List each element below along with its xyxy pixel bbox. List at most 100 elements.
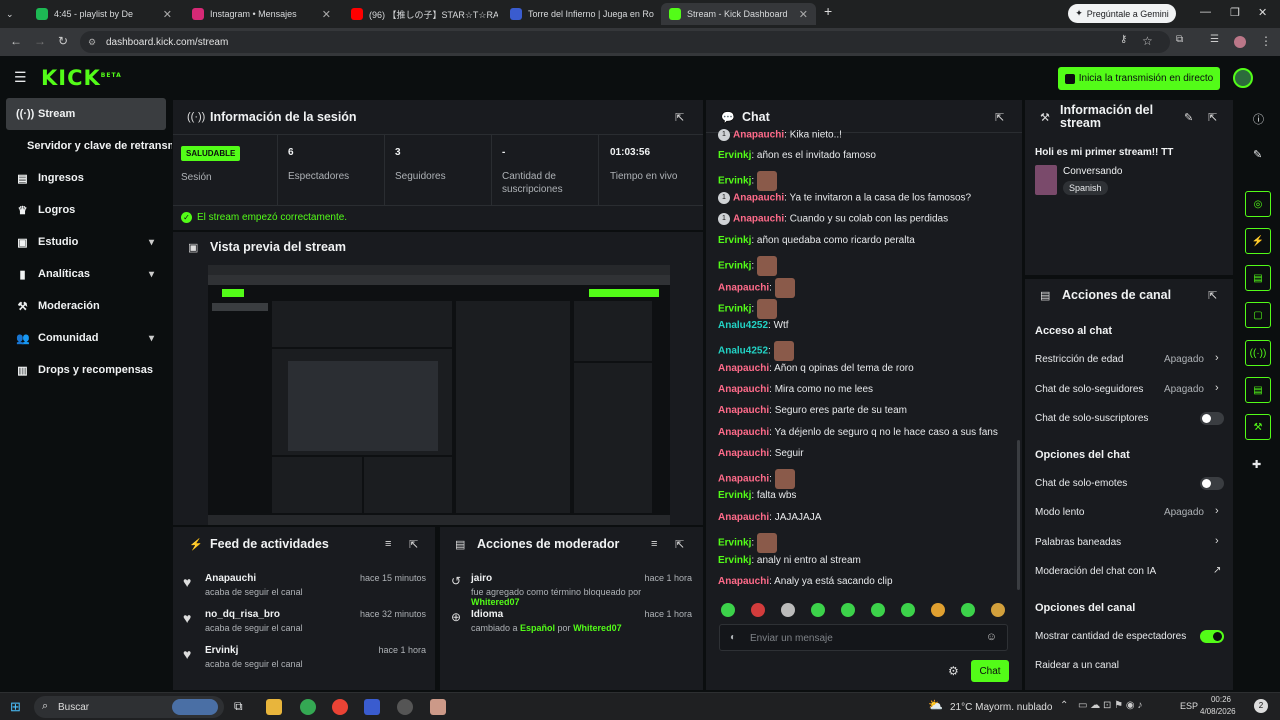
sidebar-item-logros[interactable]: ♛ Logros bbox=[0, 194, 172, 226]
channel-action-label[interactable]: Restricción de edad bbox=[1035, 354, 1123, 365]
add-widget-icon[interactable]: ✚ bbox=[1252, 458, 1261, 471]
start-stream-button[interactable]: Inicia la transmisión en directo bbox=[1058, 67, 1220, 90]
sidebar-item-server-key[interactable]: Servidor y clave de retransmisión bbox=[0, 130, 172, 162]
chat-username[interactable]: Ervinkj bbox=[718, 150, 751, 161]
toggle-switch[interactable] bbox=[1200, 476, 1224, 490]
quick-emote-button[interactable] bbox=[871, 603, 885, 617]
chat-username[interactable]: Ervinkj bbox=[718, 490, 751, 501]
sidebar-item-comunidad[interactable]: 👥 Comunidad ▾ bbox=[0, 322, 172, 354]
channel-action-label[interactable]: Raidear a un canal bbox=[1035, 660, 1119, 671]
minimize-button[interactable]: — bbox=[1200, 6, 1211, 18]
tab-list-button[interactable]: ⌄ bbox=[2, 3, 22, 25]
app-icon[interactable] bbox=[430, 699, 446, 715]
popout-icon[interactable]: ⇱ bbox=[1208, 111, 1217, 124]
weather-text[interactable]: 21°C Mayorm. nublado bbox=[950, 702, 1052, 713]
chat-username[interactable]: Anapauchi bbox=[733, 214, 784, 225]
popout-icon[interactable]: ⇱ bbox=[409, 538, 418, 551]
mod-action-user[interactable]: Whitered07 bbox=[471, 597, 520, 607]
quick-emote-button[interactable] bbox=[811, 603, 825, 617]
site-info-icon[interactable]: ⚙ bbox=[88, 37, 96, 48]
chat-username[interactable]: Anapauchi bbox=[718, 283, 769, 294]
close-icon[interactable]: ✕ bbox=[163, 8, 172, 21]
hamburger-icon[interactable]: ☰ bbox=[14, 69, 27, 86]
sidebar-item-analiticas[interactable]: ▮ Analíticas ▾ bbox=[0, 258, 172, 290]
quick-emote-button[interactable] bbox=[991, 603, 1005, 617]
info-icon[interactable]: ⓘ bbox=[1253, 111, 1264, 127]
chat-username[interactable]: Ervinkj bbox=[718, 555, 751, 566]
taskbar-search[interactable]: ⌕ Buscar bbox=[34, 696, 224, 718]
external-link-icon[interactable]: ↗ bbox=[1213, 565, 1221, 576]
rail-button-clipboard[interactable]: ▤ bbox=[1245, 265, 1271, 291]
toggle-switch[interactable] bbox=[1200, 412, 1224, 425]
mod-action-user[interactable]: Whitered07 bbox=[573, 623, 622, 633]
gear-icon[interactable]: ⚙ bbox=[948, 664, 959, 678]
chevron-right-icon[interactable]: › bbox=[1215, 535, 1219, 547]
channel-action-label[interactable]: Modo lento bbox=[1035, 507, 1084, 518]
quick-emote-button[interactable] bbox=[781, 603, 795, 617]
window-close-button[interactable]: ✕ bbox=[1258, 6, 1267, 19]
popout-icon[interactable]: ⇱ bbox=[675, 538, 684, 551]
quick-emote-button[interactable] bbox=[841, 603, 855, 617]
chrome-profile-icon[interactable] bbox=[332, 699, 348, 715]
url-field[interactable]: ⚙ dashboard.kick.com/stream bbox=[80, 31, 1170, 53]
chat-scrollbar[interactable] bbox=[1017, 440, 1020, 590]
chat-username[interactable]: Analu4252 bbox=[718, 346, 768, 357]
channel-action-label[interactable]: Moderación del chat con IA bbox=[1035, 566, 1156, 577]
chat-username[interactable]: Ervinkj bbox=[718, 304, 751, 315]
emoji-icon[interactable]: ☺ bbox=[986, 631, 997, 643]
rail-button-wrench[interactable]: ⚒ bbox=[1245, 414, 1271, 440]
reading-list-icon[interactable]: ☰ bbox=[1210, 34, 1219, 45]
forward-icon[interactable]: → bbox=[34, 34, 46, 48]
extensions-icon[interactable]: ⧉ bbox=[1176, 34, 1183, 45]
chat-username[interactable]: Anapauchi bbox=[718, 512, 769, 523]
chat-username[interactable]: Anapauchi bbox=[733, 130, 784, 141]
popout-icon[interactable]: ⇱ bbox=[995, 111, 1004, 124]
chat-username[interactable]: Anapauchi bbox=[733, 193, 784, 204]
tab-spotify[interactable]: 4:45 - playlist by De ✕ bbox=[28, 3, 180, 25]
chat-username[interactable]: Ervinkj bbox=[718, 261, 751, 272]
quick-emote-button[interactable] bbox=[961, 603, 975, 617]
rail-button-bolt[interactable]: ⚡ bbox=[1245, 228, 1271, 254]
new-tab-button[interactable]: + bbox=[824, 3, 832, 19]
tab-youtube[interactable]: (96) 【推しの子】STAR☆T☆RAIN/✕ bbox=[343, 3, 498, 25]
gemini-button[interactable]: ✦ Pregúntale a Gemini bbox=[1068, 4, 1176, 23]
channel-action-label[interactable]: Chat de solo-emotes bbox=[1035, 478, 1127, 489]
sidebar-item-estudio[interactable]: ▣ Estudio ▾ bbox=[0, 226, 172, 258]
tab-instagram[interactable]: Instagram • Mensajes ✕ bbox=[184, 3, 339, 25]
popout-icon[interactable]: ⇱ bbox=[675, 111, 684, 124]
clock-date[interactable]: 4/08/2026 bbox=[1200, 707, 1236, 716]
filter-icon[interactable]: ≡ bbox=[651, 538, 657, 550]
sidebar-item-ingresos[interactable]: ▤ Ingresos bbox=[0, 162, 172, 194]
tab-kick-dashboard[interactable]: Stream - Kick Dashboard ✕ bbox=[661, 3, 816, 25]
chevron-right-icon[interactable]: › bbox=[1215, 352, 1219, 364]
chat-input[interactable]: ◐ Enviar un mensaje ☺ bbox=[719, 624, 1008, 651]
channel-action-label[interactable]: Mostrar cantidad de espectadores bbox=[1035, 631, 1186, 642]
pencil-icon[interactable]: ✎ bbox=[1184, 111, 1193, 124]
chat-username[interactable]: Anapauchi bbox=[718, 363, 769, 374]
kick-logo[interactable]: KICKBETA bbox=[41, 66, 122, 90]
chrome-icon[interactable] bbox=[300, 699, 316, 715]
channel-action-label[interactable]: Palabras baneadas bbox=[1035, 537, 1121, 548]
sidebar-item-stream[interactable]: ((·)) Stream bbox=[6, 98, 166, 130]
quick-emote-button[interactable] bbox=[901, 603, 915, 617]
chevron-right-icon[interactable]: › bbox=[1215, 382, 1219, 394]
language-indicator[interactable]: ESP bbox=[1180, 701, 1198, 711]
tab-roblox[interactable]: Torre del Infierno | Juega en Ro✕ bbox=[502, 3, 657, 25]
windows-start-icon[interactable]: ⊞ bbox=[10, 699, 21, 715]
rail-button-signal[interactable]: ((·)) bbox=[1245, 340, 1271, 366]
sidebar-item-drops[interactable]: ▥ Drops y recompensas bbox=[0, 354, 172, 386]
toggle-switch[interactable] bbox=[1200, 629, 1224, 643]
pencil-icon[interactable]: ✎ bbox=[1253, 148, 1262, 161]
rail-button-channel[interactable]: ▤ bbox=[1245, 377, 1271, 403]
chat-username[interactable]: Anapauchi bbox=[718, 474, 769, 485]
key-icon[interactable]: ⚷ bbox=[1120, 34, 1127, 45]
chat-username[interactable]: Anapauchi bbox=[718, 384, 769, 395]
sidebar-item-moderacion[interactable]: ⚒ Moderación bbox=[0, 290, 172, 322]
roblox-icon[interactable] bbox=[364, 699, 380, 715]
tray-chevron-icon[interactable]: ⌃ bbox=[1060, 700, 1068, 711]
maximize-button[interactable]: ❐ bbox=[1230, 6, 1240, 19]
obs-icon[interactable] bbox=[397, 699, 413, 715]
chevron-right-icon[interactable]: › bbox=[1215, 505, 1219, 517]
popout-icon[interactable]: ⇱ bbox=[1208, 289, 1217, 302]
reload-icon[interactable]: ↻ bbox=[58, 34, 68, 48]
